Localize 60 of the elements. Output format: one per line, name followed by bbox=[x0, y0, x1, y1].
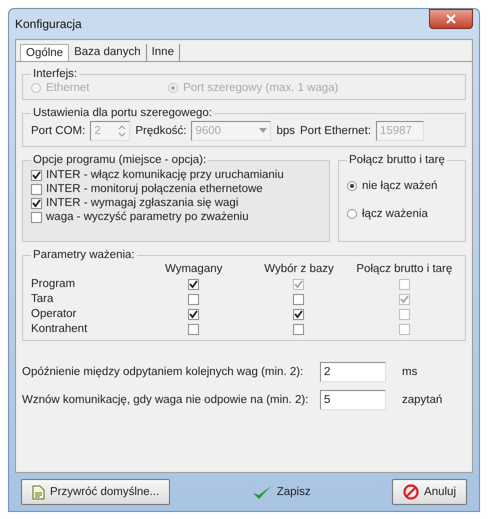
group-title: Połącz brutto i tarę bbox=[348, 154, 446, 166]
unit-label: ms bbox=[402, 366, 418, 378]
radio-button[interactable] bbox=[347, 209, 357, 219]
checkbox-option[interactable]: INTER - monitoruj połączenia ethernetowe bbox=[31, 182, 321, 196]
radio-option[interactable]: nie łącz ważeń bbox=[347, 180, 457, 192]
column-header: Połącz brutto i tarę bbox=[355, 263, 454, 275]
checkbox-option[interactable]: waga - wyczyść parametry po zważeniu bbox=[31, 210, 321, 224]
close-icon bbox=[446, 14, 456, 24]
field-label: Port Ethernet: bbox=[300, 125, 371, 137]
row-label: Tara bbox=[31, 293, 54, 305]
group-title: Opcje programu (miejsce - opcja): bbox=[32, 154, 208, 166]
document-icon bbox=[32, 484, 45, 500]
checkbox[interactable] bbox=[31, 198, 42, 208]
field-label: Wznów komunikację, gdy waga nie odpowie na (min. 2): bbox=[22, 394, 310, 406]
checkbox[interactable] bbox=[293, 324, 304, 334]
checkbox[interactable] bbox=[293, 294, 304, 304]
radio-button[interactable] bbox=[347, 181, 357, 191]
checkmark-icon bbox=[294, 280, 304, 288]
restore-button[interactable]: Przywróć domyślne... bbox=[21, 479, 170, 505]
checkbox[interactable] bbox=[188, 324, 200, 334]
checkbox[interactable] bbox=[188, 308, 200, 320]
unit-label: zapytań bbox=[402, 394, 442, 406]
field-label: Port COM: bbox=[31, 125, 86, 137]
row-label: Kontrahent bbox=[31, 323, 88, 335]
checkbox[interactable] bbox=[31, 170, 42, 180]
cancel-button[interactable]: Anuluj bbox=[392, 479, 467, 505]
checkbox[interactable] bbox=[293, 308, 304, 320]
field-label: Opóźnienie między odpytaniem kolejnych wag (min. 2): bbox=[22, 366, 304, 378]
save-button[interactable]: Zapisz bbox=[240, 479, 322, 505]
radio-option[interactable]: łącz ważenia bbox=[347, 208, 457, 220]
input-field[interactable]: 5 bbox=[320, 390, 386, 410]
column-header: Wybór z bazy bbox=[263, 263, 335, 275]
input-field[interactable]: 2 bbox=[320, 362, 386, 382]
checkmark-icon bbox=[32, 198, 41, 208]
checkmark-icon bbox=[32, 170, 41, 180]
checkmark-icon bbox=[400, 294, 409, 304]
group-title: Interfejs: bbox=[32, 68, 78, 80]
unit-label: bps bbox=[276, 125, 295, 137]
checkbox[interactable] bbox=[188, 294, 200, 304]
checkmark-icon bbox=[189, 310, 198, 318]
checkbox[interactable] bbox=[31, 184, 42, 194]
window-title: Konfiguracja bbox=[15, 17, 82, 31]
group-title: Parametry ważenia: bbox=[32, 249, 136, 261]
tab[interactable]: Ogólne bbox=[20, 44, 70, 62]
row-label: Program bbox=[31, 278, 76, 290]
checkmark-icon bbox=[189, 280, 198, 288]
row-label: Operator bbox=[31, 308, 78, 320]
checkmark-icon bbox=[252, 484, 272, 500]
dropdown-arrow-icon bbox=[259, 128, 268, 134]
checkbox-option[interactable]: INTER - włącz komunikację przy uruchamianiu bbox=[31, 168, 321, 182]
prohibited-icon bbox=[403, 484, 420, 500]
checkbox[interactable] bbox=[188, 278, 200, 290]
column-header: Wymagany bbox=[164, 263, 224, 275]
checkbox[interactable] bbox=[31, 212, 42, 222]
field-label: Prędkość: bbox=[135, 125, 186, 137]
checkmark-icon bbox=[294, 310, 304, 318]
close-button[interactable] bbox=[429, 9, 473, 29]
checkbox-option[interactable]: INTER - wymagaj zgłaszania się wagi bbox=[31, 196, 321, 210]
spin-arrows-icon bbox=[118, 124, 126, 138]
group-title: Ustawienia dla portu szeregowego: bbox=[32, 107, 213, 119]
